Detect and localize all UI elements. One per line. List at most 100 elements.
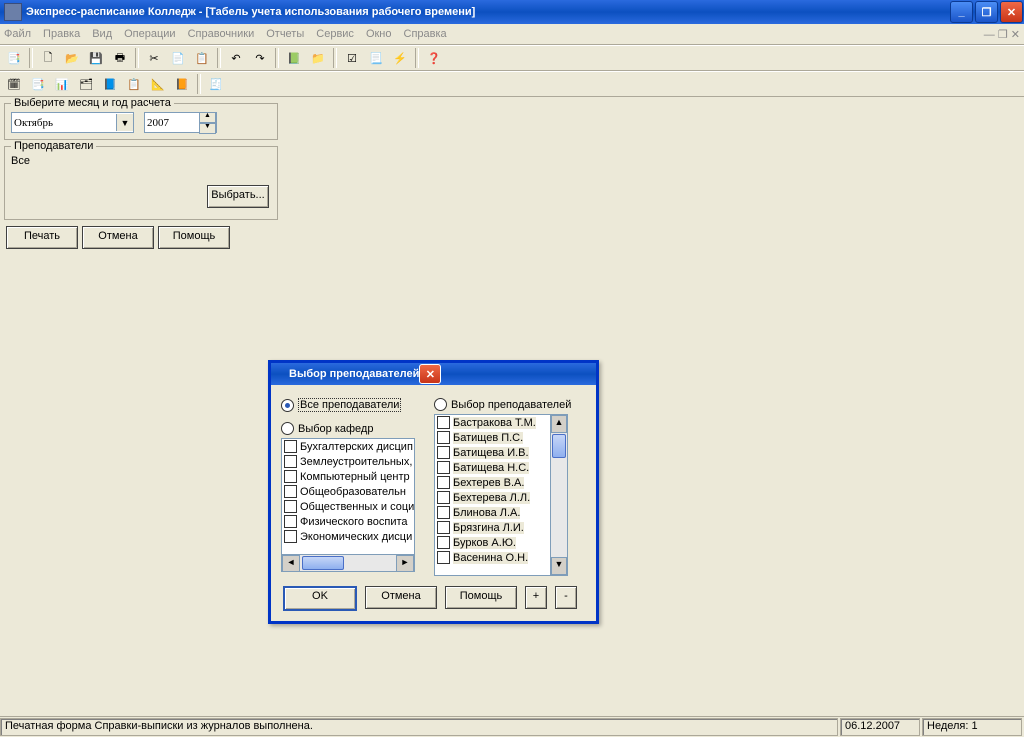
dept-item[interactable]: Землеустроительных, [282, 454, 414, 469]
tb2-icon-4[interactable]: 🗂 [75, 73, 97, 95]
teacher-item[interactable]: Брязгина Л.И. [435, 520, 551, 535]
tb2-icon-1[interactable]: 🗓 [3, 73, 25, 95]
teacher-item[interactable]: Батищева Н.С. [435, 460, 551, 475]
teacher-item[interactable]: Васенина О.Н. [435, 550, 551, 565]
properties-icon[interactable]: 📑 [3, 47, 25, 69]
checkbox-icon[interactable] [437, 476, 450, 489]
tb2-icon-2[interactable]: 📑 [27, 73, 49, 95]
tb2-icon-7[interactable]: 📐 [147, 73, 169, 95]
teacher-item[interactable]: Батищева И.В. [435, 445, 551, 460]
cut-icon[interactable]: ✂ [143, 47, 165, 69]
teacher-item[interactable]: Блинова Л.А. [435, 505, 551, 520]
menu-service[interactable]: Сервис [316, 28, 354, 40]
folder-icon[interactable]: 📁 [307, 47, 329, 69]
menu-edit[interactable]: Правка [43, 28, 80, 40]
dept-item[interactable]: Общеобразовательн [282, 484, 414, 499]
restore-button[interactable]: ❐ [975, 1, 998, 23]
checkbox-icon[interactable] [284, 470, 297, 483]
close-button[interactable]: ✕ [1000, 1, 1023, 23]
teacher-item[interactable]: Бурков А.Ю. [435, 535, 551, 550]
teacher-vscrollbar[interactable]: ▲ ▼ [550, 415, 567, 575]
radio-all-teachers[interactable]: Все преподаватели [281, 398, 428, 412]
whatsthis-icon[interactable]: ❓ [423, 47, 445, 69]
dept-item[interactable]: Экономических дисци [282, 529, 414, 544]
checkbox-icon[interactable] [437, 431, 450, 444]
dialog-ok-button[interactable]: OK [283, 586, 357, 611]
select-teachers-button[interactable]: Выбрать... [207, 185, 269, 208]
spin-up-icon[interactable]: ▲ [199, 112, 216, 123]
teacher-item[interactable]: Бастракова Т.М. [435, 415, 551, 430]
help-button[interactable]: Помощь [158, 226, 230, 249]
tb2-icon-3[interactable]: 📊 [51, 73, 73, 95]
checkbox-icon[interactable] [437, 416, 450, 429]
checkbox-icon[interactable] [284, 530, 297, 543]
new-icon[interactable]: 🗋 [37, 47, 59, 69]
menu-file[interactable]: Файл [4, 28, 31, 40]
dialog-close-button[interactable]: ✕ [419, 364, 441, 384]
tb2-icon-9[interactable]: 🧾 [205, 73, 227, 95]
checkbox-icon[interactable] [284, 485, 297, 498]
month-value[interactable] [12, 117, 116, 129]
undo-icon[interactable]: ↶ [225, 47, 247, 69]
lightning-icon[interactable]: ⚡ [389, 47, 411, 69]
checkbox-icon[interactable] [437, 446, 450, 459]
save-icon[interactable]: 💾 [85, 47, 107, 69]
radio-select-teachers[interactable]: Выбор преподавателей [434, 398, 581, 411]
cancel-button[interactable]: Отмена [82, 226, 154, 249]
check-icon[interactable]: ☑ [341, 47, 363, 69]
dept-item[interactable]: Общественных и соци [282, 499, 414, 514]
checkbox-icon[interactable] [437, 551, 450, 564]
teacher-listbox[interactable]: Бастракова Т.М.Батищев П.С.Батищева И.В.… [434, 414, 568, 576]
scroll-up-icon[interactable]: ▲ [551, 415, 567, 433]
department-listbox[interactable]: Бухгалтерских дисципЗемлеустроительных,К… [281, 438, 415, 572]
scroll-right-icon[interactable]: ► [396, 555, 414, 572]
tb2-icon-8[interactable]: 📙 [171, 73, 193, 95]
copy-icon[interactable]: 📄 [167, 47, 189, 69]
menu-reports[interactable]: Отчеты [266, 28, 304, 40]
menu-operations[interactable]: Операции [124, 28, 175, 40]
month-dropdown[interactable]: ▼ [11, 112, 134, 133]
redo-icon[interactable]: ↷ [249, 47, 271, 69]
spin-down-icon[interactable]: ▼ [199, 123, 216, 134]
radio-select-dept[interactable]: Выбор кафедр [281, 422, 428, 435]
checkbox-icon[interactable] [437, 536, 450, 549]
dept-item[interactable]: Физического воспита [282, 514, 414, 529]
year-value[interactable] [145, 117, 199, 129]
print-button[interactable]: Печать [6, 226, 78, 249]
dialog-help-button[interactable]: Помощь [445, 586, 517, 609]
teacher-item[interactable]: Батищев П.С. [435, 430, 551, 445]
mdi-controls[interactable]: — ❐ ✕ [459, 28, 1020, 41]
checkbox-icon[interactable] [437, 461, 450, 474]
book-icon[interactable]: 📗 [283, 47, 305, 69]
dept-item[interactable]: Бухгалтерских дисцип [282, 439, 414, 454]
checkbox-icon[interactable] [284, 440, 297, 453]
menu-references[interactable]: Справочники [188, 28, 255, 40]
scroll-left-icon[interactable]: ◄ [282, 555, 300, 572]
doc-icon[interactable]: 📃 [365, 47, 387, 69]
print-icon[interactable]: 🖶 [109, 47, 131, 69]
menu-help[interactable]: Справка [404, 28, 447, 40]
minimize-button[interactable]: _ [950, 1, 973, 23]
dept-hscrollbar[interactable]: ◄ ► [282, 554, 414, 571]
teacher-item[interactable]: Бехтерев В.А. [435, 475, 551, 490]
checkbox-icon[interactable] [437, 506, 450, 519]
dept-item[interactable]: Компьютерный центр [282, 469, 414, 484]
paste-icon[interactable]: 📋 [191, 47, 213, 69]
checkbox-icon[interactable] [437, 521, 450, 534]
tb2-icon-6[interactable]: 📋 [123, 73, 145, 95]
menu-window[interactable]: Окно [366, 28, 392, 40]
scroll-down-icon[interactable]: ▼ [551, 557, 567, 575]
checkbox-icon[interactable] [284, 515, 297, 528]
dialog-plus-button[interactable]: + [525, 586, 547, 609]
menu-view[interactable]: Вид [92, 28, 112, 40]
dialog-cancel-button[interactable]: Отмена [365, 586, 437, 609]
year-spinbox[interactable]: ▲ ▼ [144, 112, 217, 133]
teacher-item[interactable]: Бехтерева Л.Л. [435, 490, 551, 505]
open-icon[interactable]: 📂 [61, 47, 83, 69]
checkbox-icon[interactable] [437, 491, 450, 504]
checkbox-icon[interactable] [284, 500, 297, 513]
dialog-minus-button[interactable]: - [555, 586, 577, 609]
tb2-icon-5[interactable]: 📘 [99, 73, 121, 95]
chevron-down-icon[interactable]: ▼ [116, 114, 133, 131]
checkbox-icon[interactable] [284, 455, 297, 468]
